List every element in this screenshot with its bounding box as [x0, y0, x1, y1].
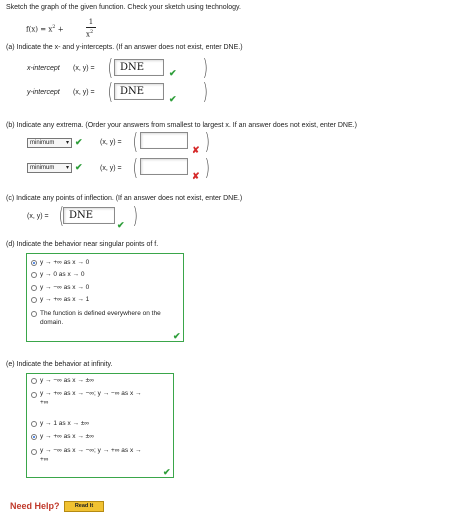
left-paren: ( [107, 80, 113, 105]
fraction-bar [86, 27, 96, 28]
part-e-prompt: (e) Indicate the behavior at infinity. [6, 361, 113, 368]
option-label: y → −∞ as x → −∞; y → +∞ as x → [40, 447, 142, 454]
chevron-down-icon: ▾ [65, 140, 69, 146]
correct-check-icon: ✔ [75, 162, 83, 172]
need-help-label: Need Help? [10, 501, 60, 511]
read-it-button[interactable]: Read It [64, 501, 104, 512]
correct-check-icon: ✔ [169, 94, 177, 104]
fraction-denominator: x2 [86, 29, 98, 38]
extrema-pair-label-1: (x, y) = [100, 139, 122, 146]
inflection-input[interactable]: DNE [63, 207, 115, 224]
option-label: y → +∞ as x → 0 [40, 259, 90, 266]
correct-check-icon: ✔ [173, 331, 181, 341]
y-intercept-input[interactable]: DNE [114, 83, 164, 100]
right-paren: ) [204, 130, 210, 155]
extrema-type-select-2[interactable]: minimum ▾ [27, 163, 72, 173]
fraction-numerator: 1 [88, 18, 94, 26]
right-paren: ) [204, 156, 210, 181]
radio-option-3[interactable] [31, 421, 37, 427]
right-paren: ) [132, 204, 138, 229]
function-exp: 2 [52, 24, 56, 30]
incorrect-x-icon: ✘ [192, 145, 200, 155]
correct-check-icon: ✔ [117, 220, 125, 230]
option-label-cont: domain. [40, 319, 64, 326]
function-plus: + [57, 25, 64, 34]
option-label-cont: +∞ [40, 399, 49, 406]
radio-option-3[interactable] [31, 285, 37, 291]
option-label: y → 0 as x → 0 [40, 271, 85, 278]
radio-option-2[interactable] [31, 392, 37, 398]
part-a-prompt: (a) Indicate the x- and y-intercepts. (I… [6, 44, 243, 51]
x-intercept-value: DNE [120, 62, 145, 73]
denominator-exp: 2 [89, 29, 94, 35]
y-intercept-value: DNE [120, 86, 145, 97]
radio-option-1[interactable] [31, 260, 37, 266]
radio-option-4[interactable] [31, 297, 37, 303]
extrema-pair-label-2: (x, y) = [100, 165, 122, 172]
x-intercept-input[interactable]: DNE [114, 59, 164, 76]
option-label: y → 1 as x → ±∞ [40, 420, 90, 427]
function-lhs: f(x) = x [26, 25, 53, 34]
part-c-prompt: (c) Indicate any points of inflection. (… [6, 195, 243, 202]
x-intercept-label: x-intercept [27, 65, 60, 72]
incorrect-x-icon: ✘ [192, 171, 200, 181]
radio-option-5[interactable] [31, 311, 37, 317]
correct-check-icon: ✔ [163, 467, 171, 477]
x-intercept-pair-label: (x, y) = [73, 65, 95, 72]
extrema-input-1[interactable] [140, 132, 188, 149]
option-label: y → −∞ as x → ±∞ [40, 377, 94, 384]
radio-option-2[interactable] [31, 272, 37, 278]
option-label: y → +∞ as x → ±∞ [40, 433, 94, 440]
radio-option-5[interactable] [31, 449, 37, 455]
select-1-value: minimum [30, 140, 55, 146]
instruction-text: Sketch the graph of the given function. … [6, 4, 241, 11]
left-paren: ( [132, 156, 138, 181]
option-label-cont: +∞ [40, 456, 49, 463]
option-label: y → +∞ as x → 1 [40, 296, 90, 303]
function-definition: f(x) = x2 + [26, 24, 64, 33]
inflection-value: DNE [69, 210, 94, 221]
chevron-down-icon: ▾ [65, 165, 69, 171]
option-label: y → −∞ as x → 0 [40, 284, 90, 291]
correct-check-icon: ✔ [75, 137, 83, 147]
part-d-prompt: (d) Indicate the behavior near singular … [6, 241, 159, 248]
radio-option-1[interactable] [31, 378, 37, 384]
extrema-input-2[interactable] [140, 158, 188, 175]
left-paren: ( [107, 56, 113, 81]
extrema-type-select-1[interactable]: minimum ▾ [27, 138, 72, 148]
right-paren: ) [202, 56, 208, 81]
option-label: y → +∞ as x → −∞; y → −∞ as x → [40, 390, 142, 397]
option-label: The function is defined everywhere on th… [40, 310, 161, 317]
right-paren: ) [202, 80, 208, 105]
part-b-prompt: (b) Indicate any extrema. (Order your an… [6, 122, 357, 129]
radio-option-4[interactable] [31, 434, 37, 440]
select-2-value: minimum [30, 165, 55, 171]
y-intercept-label: y-intercept [27, 89, 60, 96]
correct-check-icon: ✔ [169, 68, 177, 78]
inflection-pair-label: (x, y) = [27, 213, 49, 220]
left-paren: ( [132, 130, 138, 155]
y-intercept-pair-label: (x, y) = [73, 89, 95, 96]
